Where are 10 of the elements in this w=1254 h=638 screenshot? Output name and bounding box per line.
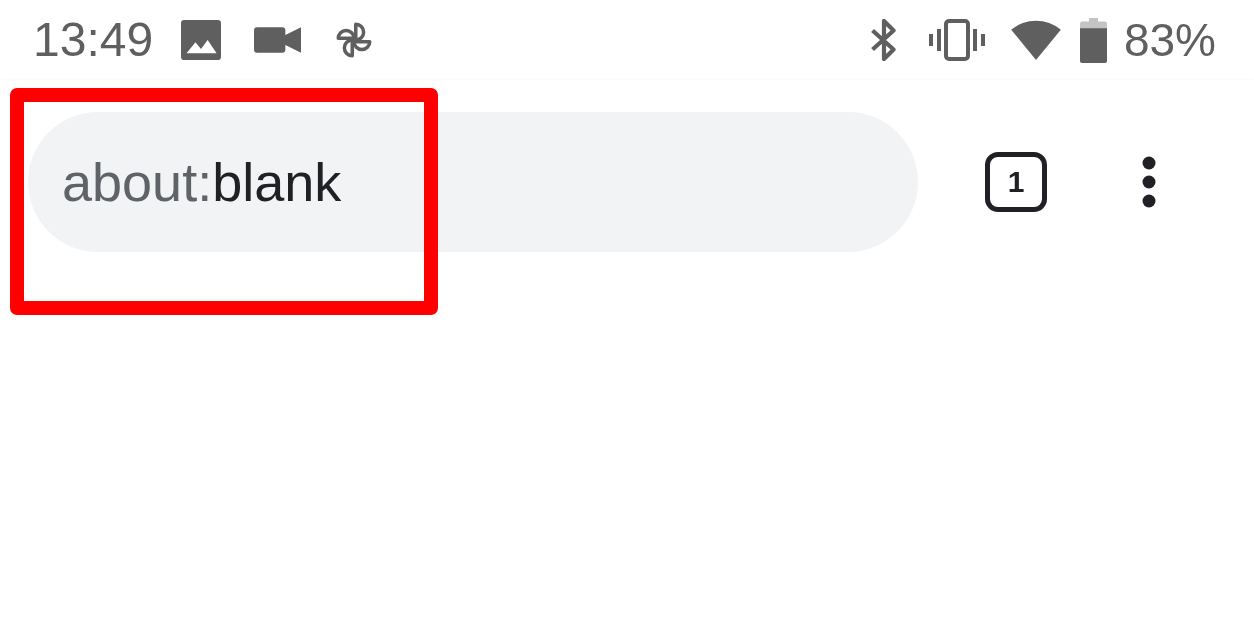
image-icon <box>181 20 222 60</box>
tab-switcher-button[interactable]: 1 <box>985 151 1047 212</box>
battery-percentage: 83% <box>1123 17 1216 63</box>
battery-icon <box>1079 17 1107 63</box>
clock-time: 13:49 <box>33 16 154 64</box>
video-camera-icon <box>254 27 302 53</box>
more-vertical-icon <box>1142 155 1156 208</box>
address-bar[interactable]: about:blank <box>28 111 918 252</box>
vibrate-icon <box>926 19 987 61</box>
wifi-icon <box>1009 19 1062 61</box>
